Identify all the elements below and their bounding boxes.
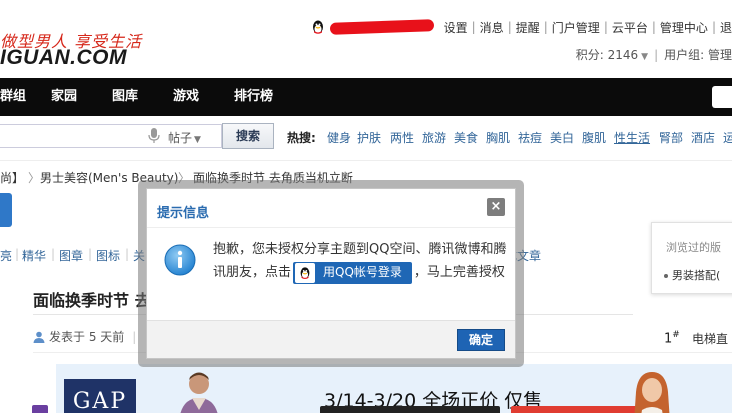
filter-bright[interactable]: 亮 xyxy=(0,247,12,264)
qq-penguin-icon xyxy=(312,20,323,34)
user-toolbar: 设置 | 消息 | 提醒 | 门户管理 | 云平台 | 管理中心 | 退 xyxy=(310,18,732,36)
cloud-platform-link[interactable]: 云平台 xyxy=(612,19,648,36)
confirm-button[interactable]: 确定 xyxy=(457,329,505,351)
breadcrumb-item-section[interactable]: 尚】 xyxy=(0,169,24,186)
qq-login-button[interactable]: 用QQ帐号登录 xyxy=(293,261,412,284)
hot-link-acne[interactable]: 祛痘 xyxy=(518,129,542,146)
search-scope-select[interactable]: 帖子 ▼ xyxy=(168,129,201,146)
site-header: 做型男人 享受生活 IGUAN.COM 设置 | 消息 | 提醒 | 门户管理 | 云平… xyxy=(0,0,732,78)
points-dropdown[interactable]: 积分: 2146 ▼ xyxy=(576,46,648,63)
modal-overlay-frame: 提示信息 × 抱歉，您未授权分享主题到QQ空间、腾讯微博和腾讯朋友，点击 用QQ帐… xyxy=(138,180,524,367)
hot-link-food[interactable]: 美食 xyxy=(454,129,478,146)
dialog-footer: 确定 xyxy=(147,320,515,358)
share-icon[interactable] xyxy=(32,405,48,413)
elevator-jump-link[interactable]: 电梯直 xyxy=(692,330,728,347)
filter-digest[interactable]: 精华 xyxy=(22,247,46,264)
hot-link-relationships[interactable]: 两性 xyxy=(390,129,414,146)
settings-link[interactable]: 设置 xyxy=(444,19,468,36)
hot-link-buttocks[interactable]: 腎部 xyxy=(659,129,683,146)
hot-link-abs[interactable]: 腹肌 xyxy=(582,129,606,146)
chevron-down-icon: ▼ xyxy=(194,135,201,145)
post-meta: 发表于 5 天前 | xyxy=(33,328,136,345)
floor-number: 1# xyxy=(664,330,680,347)
female-model-image xyxy=(634,372,670,413)
nav-item-groups[interactable]: 群组 xyxy=(0,78,26,116)
portal-admin-link[interactable]: 门户管理 xyxy=(552,19,600,36)
hot-link-whitening[interactable]: 美白 xyxy=(550,129,574,146)
nav-item-gallery[interactable]: 图库 xyxy=(112,78,138,116)
browsed-forums-panel: 浏览过的版 男装搭配( xyxy=(651,222,732,294)
reminders-link[interactable]: 提醒 xyxy=(516,19,540,36)
messages-link[interactable]: 消息 xyxy=(480,19,504,36)
redacted-username xyxy=(329,19,434,35)
qq-login-label: 用QQ帐号登录 xyxy=(323,265,402,279)
user-icon xyxy=(33,331,45,343)
dialog-message: 抱歉，您未授权分享主题到QQ空间、腾讯微博和腾讯朋友，点击 用QQ帐号登录 ，马上完… xyxy=(213,238,513,284)
info-icon xyxy=(164,244,196,276)
hot-link-travel[interactable]: 旅游 xyxy=(422,129,446,146)
divider xyxy=(147,227,515,228)
user-stats: 积分: 2146 ▼ | 用户组: 管理 xyxy=(575,46,732,63)
post-time: 发表于 5 天前 xyxy=(49,330,125,344)
usergroup-link[interactable]: 用户组: 管理 xyxy=(664,46,732,63)
main-nav: 群组 家园 图库 游戏 排行榜 xyxy=(0,78,732,116)
info-dialog: 提示信息 × 抱歉，您未授权分享主题到QQ空间、腾讯微博和腾讯朋友，点击 用QQ帐… xyxy=(146,188,516,359)
hot-link-hotel[interactable]: 酒店 xyxy=(691,129,715,146)
hot-link-chest[interactable]: 胸肌 xyxy=(486,129,510,146)
nav-item-rankings[interactable]: 排行榜 xyxy=(234,78,273,116)
nav-item-home[interactable]: 家园 xyxy=(51,78,77,116)
post-new-button[interactable] xyxy=(0,193,12,227)
close-icon[interactable]: × xyxy=(487,198,505,216)
promo-subtext-bar xyxy=(320,406,500,413)
promo-banner[interactable]: GAP 3/14-3/20 全场正价 仅售 xyxy=(56,364,732,413)
browsed-forum-item[interactable]: 男装搭配( xyxy=(664,267,720,283)
panel-title: 浏览过的版 xyxy=(666,241,721,254)
filter-stamps[interactable]: 图章 xyxy=(59,247,83,264)
admin-center-link[interactable]: 管理中心 xyxy=(660,19,708,36)
nav-quick-button[interactable] xyxy=(712,86,732,108)
male-model-image xyxy=(180,372,218,413)
breadcrumb-separator-icon: 〉 xyxy=(28,171,41,185)
microphone-icon[interactable] xyxy=(148,128,160,144)
hot-link-fitness[interactable]: 健身 xyxy=(327,129,351,146)
points-value: 积分: 2146 xyxy=(575,48,639,62)
logout-link[interactable]: 退 xyxy=(720,19,732,36)
chevron-down-icon: ▼ xyxy=(641,52,649,62)
thread-title: 面临换季时节 去 xyxy=(33,291,151,310)
qq-penguin-icon xyxy=(295,262,316,283)
search-bar: 帖子 ▼ 搜索 热搜: 健身 护肤 两性 旅游 美食 胸肌 祛痘 美白 腹肌 性生… xyxy=(0,116,732,156)
nav-item-games[interactable]: 游戏 xyxy=(173,78,199,116)
search-scope-value: 帖子 xyxy=(168,131,193,145)
site-logo[interactable]: IGUAN.COM xyxy=(0,46,127,70)
filter-icons[interactable]: 图标 xyxy=(96,247,120,264)
hot-link-more[interactable]: 运 xyxy=(723,129,732,146)
gap-logo: GAP xyxy=(64,379,136,413)
dialog-title: 提示信息 xyxy=(157,206,210,221)
hot-link-skincare[interactable]: 护肤 xyxy=(357,129,381,146)
hot-link-sexlife[interactable]: 性生活 xyxy=(614,129,650,146)
search-button[interactable]: 搜索 xyxy=(222,123,274,149)
hot-search-label: 热搜: xyxy=(287,131,316,145)
